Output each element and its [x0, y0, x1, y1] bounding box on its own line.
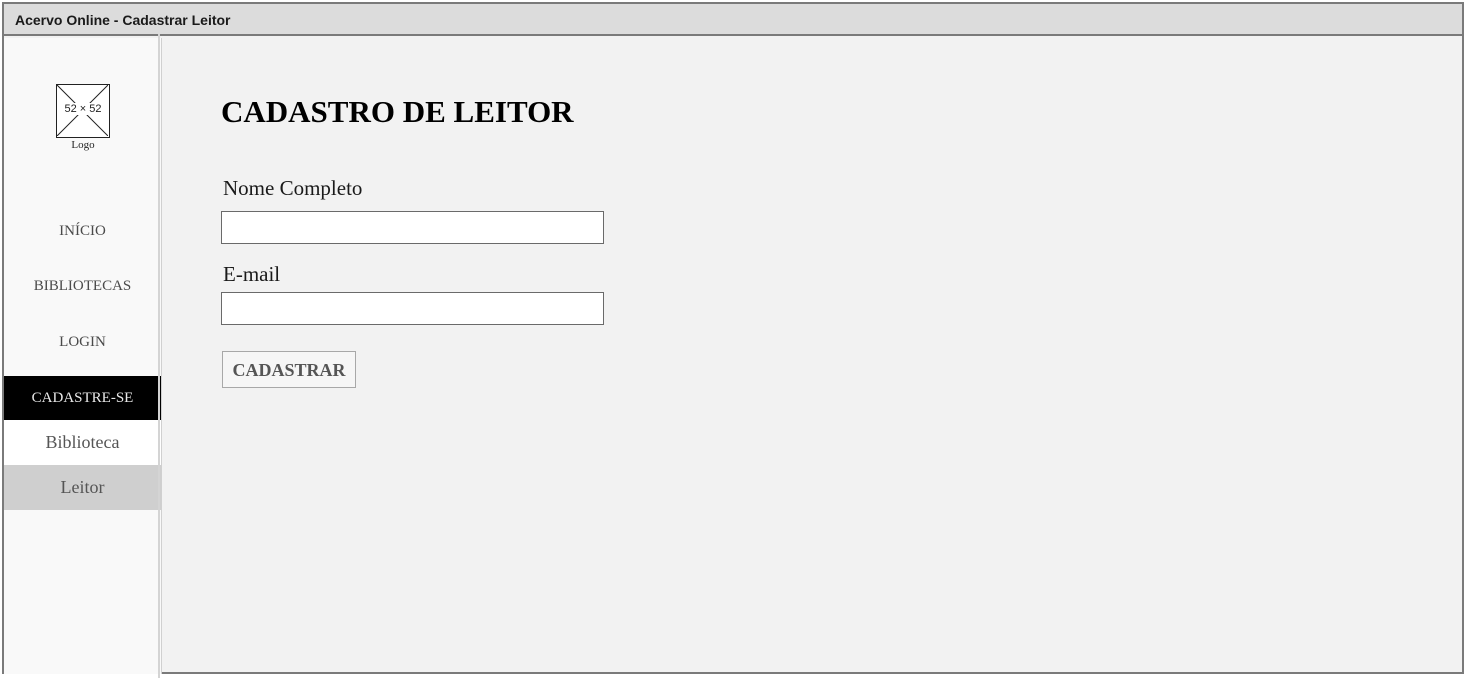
- sidebar-item-bibliotecas[interactable]: BIBLIOTECAS: [4, 273, 161, 299]
- sidebar-item-cadastre-se[interactable]: CADASTRE-SE: [4, 376, 161, 420]
- name-label: Nome Completo: [223, 176, 363, 200]
- logo-dimensions: 52 × 52: [63, 103, 103, 115]
- sidebar: 52 × 52 Logo INÍCIO BIBLIOTECAS LOGIN CA…: [4, 38, 162, 674]
- app-window: Acervo Online - Cadastrar Leitor 52 × 52…: [2, 2, 1464, 674]
- window-title: Acervo Online - Cadastrar Leitor: [15, 12, 231, 28]
- sidebar-subitem-biblioteca[interactable]: Biblioteca: [4, 420, 161, 465]
- main-content: CADASTRO DE LEITOR Nome Completo E-mail …: [164, 38, 1462, 672]
- sidebar-divider: [158, 34, 160, 678]
- page-title: CADASTRO DE LEITOR: [221, 94, 574, 129]
- logo: 52 × 52 Logo: [56, 84, 110, 151]
- logo-placeholder-icon: 52 × 52: [56, 84, 110, 138]
- logo-caption: Logo: [71, 139, 95, 151]
- cadastrar-button[interactable]: CADASTRAR: [222, 351, 356, 388]
- full-name-input[interactable]: [221, 211, 604, 244]
- email-input[interactable]: [221, 292, 604, 325]
- email-label: E-mail: [223, 262, 281, 286]
- window-titlebar: Acervo Online - Cadastrar Leitor: [4, 4, 1462, 36]
- sidebar-item-inicio[interactable]: INÍCIO: [4, 218, 161, 244]
- sidebar-item-login[interactable]: LOGIN: [4, 329, 161, 355]
- sidebar-subitem-leitor[interactable]: Leitor: [4, 465, 161, 510]
